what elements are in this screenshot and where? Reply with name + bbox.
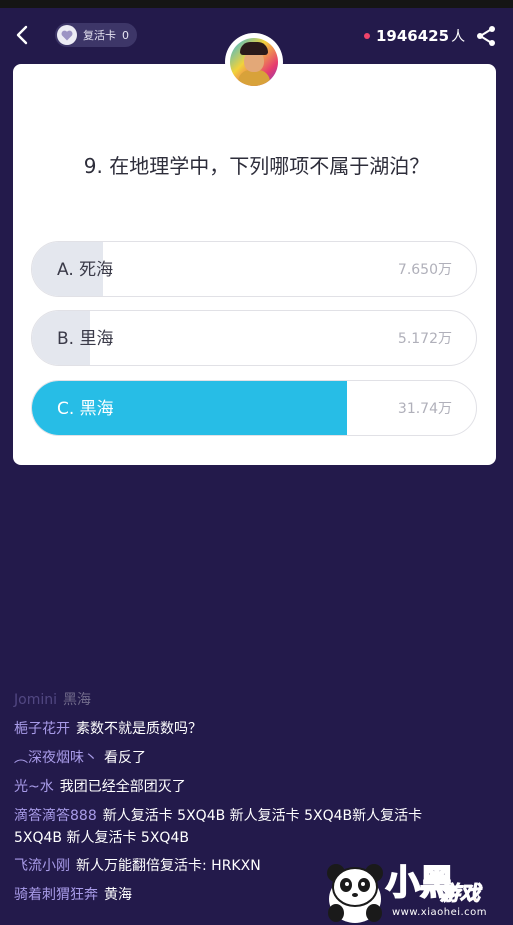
option-b[interactable]: B. 里海 5.172万 bbox=[31, 310, 477, 366]
option-a-count: 7.650万 bbox=[397, 262, 452, 278]
online-count: 1946425 人 bbox=[364, 26, 465, 46]
chat-text: 5XQ4B 新人复活卡 5XQ4B bbox=[14, 830, 189, 846]
chat-message: ︵深夜烟味丶 看反了 bbox=[14, 748, 146, 768]
chat-username: 光~水 bbox=[14, 779, 54, 795]
chat-message: 光~水 我团已经全部团灭了 bbox=[14, 777, 186, 797]
chat-text: 黄海 bbox=[104, 887, 132, 903]
chat-message: 飞流小刚 新人万能翻倍复活卡: HRKXN bbox=[14, 856, 261, 876]
heart-icon bbox=[57, 25, 77, 45]
watermark-url: www.xiaohei.com bbox=[392, 907, 488, 918]
chat-message: Jomini 黑海 bbox=[14, 690, 91, 710]
revive-card-label: 复活卡 bbox=[83, 29, 116, 42]
panda-icon bbox=[327, 864, 383, 923]
chat-text: 看反了 bbox=[104, 750, 146, 766]
chat-text: 新人复活卡 5XQ4B 新人复活卡 5XQ4B新人复活卡 bbox=[102, 808, 423, 824]
question-text: 9. 在地理学中，下列哪项不属于湖泊？ bbox=[83, 154, 430, 178]
option-c-count: 31.74万 bbox=[397, 401, 452, 417]
online-number: 1946425 bbox=[376, 27, 450, 45]
chat-text: 我团已经全部团灭了 bbox=[59, 779, 186, 795]
avatar-image bbox=[230, 38, 278, 86]
chat-text: 黑海 bbox=[62, 692, 91, 708]
option-c-label: C. 黑海 bbox=[57, 399, 114, 419]
option-b-label: B. 里海 bbox=[57, 329, 114, 349]
host-avatar bbox=[225, 33, 283, 91]
watermark-word2: 游戏 bbox=[440, 881, 481, 906]
chat-username: 梔子花开 bbox=[14, 721, 70, 737]
live-dot-icon bbox=[364, 33, 370, 39]
status-strip bbox=[0, 0, 513, 8]
chat-message: 滴答滴答888 新人复活卡 5XQ4B 新人复活卡 5XQ4B新人复活卡 bbox=[14, 806, 422, 826]
chat-username: 滴答滴答888 bbox=[14, 808, 97, 824]
online-unit: 人 bbox=[451, 29, 466, 45]
chat-message: 梔子花开 素数不就是质数吗？ bbox=[14, 719, 202, 739]
revive-card-badge[interactable]: 复活卡 0 bbox=[55, 23, 137, 47]
option-c[interactable]: C. 黑海 31.74万 bbox=[31, 380, 477, 436]
watermark-logo: 小黑 游戏 www.xiaohei.com bbox=[322, 855, 512, 925]
chat-message: 5XQ4B 新人复活卡 5XQ4B bbox=[14, 828, 189, 848]
chat-message: 骑着刺猬狂奔 黄海 bbox=[14, 885, 132, 905]
option-a[interactable]: A. 死海 7.650万 bbox=[31, 241, 477, 297]
back-icon[interactable] bbox=[12, 24, 34, 46]
chat-text: 素数不就是质数吗？ bbox=[76, 721, 202, 737]
chat-username: ︵深夜烟味丶 bbox=[14, 750, 98, 766]
chat-username: Jomini bbox=[14, 692, 57, 708]
chat-username: 飞流小刚 bbox=[14, 858, 70, 874]
option-a-label: A. 死海 bbox=[57, 260, 114, 280]
chat-text: 新人万能翻倍复活卡: HRKXN bbox=[76, 858, 261, 874]
revive-card-count: 0 bbox=[122, 28, 129, 42]
share-icon[interactable] bbox=[474, 24, 498, 48]
chat-username: 骑着刺猬狂奔 bbox=[14, 887, 98, 903]
option-b-count: 5.172万 bbox=[397, 331, 452, 347]
